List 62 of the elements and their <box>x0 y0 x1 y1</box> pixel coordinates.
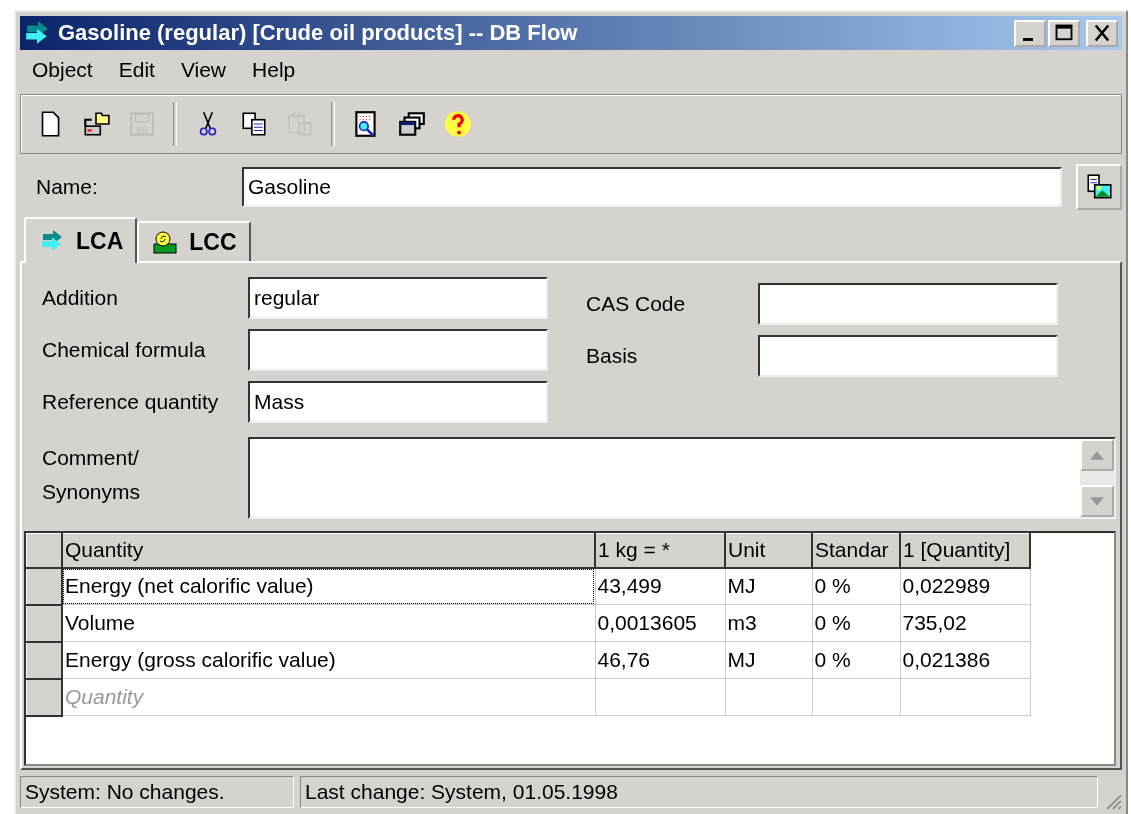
window-title: Gasoline (regular) [Crude oil products] -- DB Flow <box>58 20 579 46</box>
scrollbar[interactable] <box>1080 439 1114 517</box>
maximize-button[interactable] <box>1048 19 1080 47</box>
table-cell: Volume <box>62 604 595 642</box>
table-cell: Energy (net calorific value) <box>62 567 595 605</box>
image-icon <box>1084 172 1114 202</box>
table-cell: m3 <box>725 604 812 642</box>
input-field[interactable] <box>758 335 1058 377</box>
table-cell: 0 % <box>812 567 900 605</box>
close-icon <box>1092 24 1112 42</box>
tab[interactable]: LCA <box>24 217 138 263</box>
field-label: Reference quantity <box>42 390 220 414</box>
name-field[interactable]: Gasoline <box>242 167 1062 207</box>
table-cell: 46,76 <box>595 641 725 679</box>
column-header[interactable]: Standar <box>812 533 900 568</box>
field-label: Comment/ Synonyms <box>42 445 142 505</box>
windows-icon <box>397 109 427 139</box>
menu-item[interactable]: Edit <box>118 58 155 82</box>
minimize-button[interactable] <box>1014 19 1046 47</box>
column-header[interactable]: Quantity <box>62 533 595 568</box>
table-cell: 0,021386 <box>900 641 1030 679</box>
comment-field[interactable] <box>247 437 1116 519</box>
help-icon <box>443 109 473 139</box>
column-header[interactable]: 1 kg = * <box>595 533 725 568</box>
menu-item[interactable]: Help <box>252 58 296 82</box>
resize-grip-icon[interactable] <box>1104 792 1122 810</box>
maximize-icon <box>1054 24 1074 42</box>
input-field[interactable]: Mass <box>248 381 548 423</box>
status-text: Last change: System, 01.05.1998 <box>300 776 1098 808</box>
coin-icon <box>153 230 178 254</box>
close-button[interactable] <box>1086 19 1118 47</box>
table-cell: 0,0013605 <box>595 604 725 642</box>
arrows-icon <box>40 229 64 253</box>
status-text: System: No changes. <box>20 776 294 808</box>
field-label: CAS Code <box>586 292 687 316</box>
menu-item[interactable]: Object <box>32 58 93 82</box>
table-cell: 0,022989 <box>900 567 1030 605</box>
table-cell: 0 % <box>812 641 900 679</box>
minimize-icon <box>1023 37 1033 41</box>
table-cell: MJ <box>725 567 812 605</box>
column-header[interactable]: 1 [Quantity] <box>900 533 1030 568</box>
down-arrow-icon <box>1090 496 1104 506</box>
table-cell: 0 % <box>812 604 900 642</box>
column-header[interactable]: Unit <box>725 533 812 568</box>
tab[interactable]: LCC <box>137 221 251 261</box>
input-field[interactable]: regular <box>248 277 548 319</box>
table-cell: 735,02 <box>900 604 1030 642</box>
copy-icon <box>239 109 269 139</box>
input-field[interactable] <box>248 329 548 371</box>
input-field[interactable] <box>758 283 1058 325</box>
arrows-icon <box>24 20 50 46</box>
field-label: Addition <box>42 286 119 310</box>
folder-icon <box>81 109 111 139</box>
up-arrow-icon <box>1090 450 1104 460</box>
table-cell: 43,499 <box>595 567 725 605</box>
image-button[interactable] <box>1076 164 1122 210</box>
name-label: Name: <box>36 175 99 199</box>
field-label: Basis <box>586 344 639 368</box>
menu-item[interactable]: View <box>180 58 227 82</box>
table-cell: Energy (gross calorific value) <box>62 641 595 679</box>
table-cell: MJ <box>725 641 812 679</box>
field-label: Chemical formula <box>42 338 207 362</box>
